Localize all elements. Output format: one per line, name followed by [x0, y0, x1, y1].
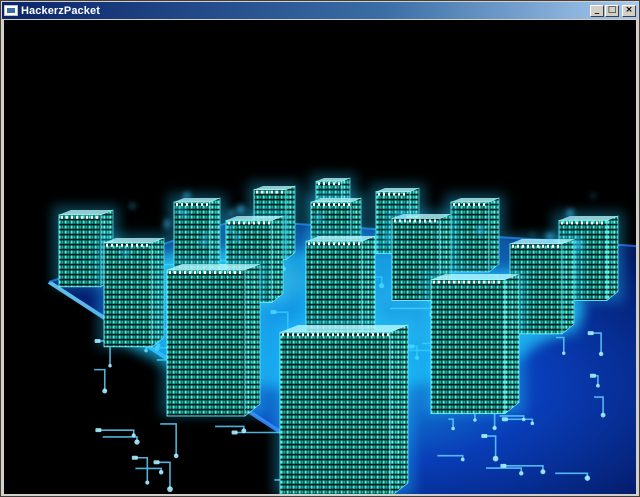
game-viewport[interactable] — [4, 20, 636, 494]
close-button[interactable]: × — [622, 4, 636, 17]
app-window: HackerzPacket _ □ × — [0, 0, 640, 497]
window-title: HackerzPacket — [21, 4, 100, 17]
tower — [161, 260, 266, 417]
minimize-button[interactable]: _ — [590, 4, 604, 17]
title-bar[interactable]: HackerzPacket _ □ × — [2, 2, 638, 19]
maximize-button[interactable]: □ — [605, 4, 619, 17]
tower — [98, 234, 170, 348]
app-icon[interactable] — [4, 5, 18, 16]
tower — [274, 321, 414, 494]
circuit-city-scene — [4, 20, 636, 494]
tower — [425, 270, 525, 415]
